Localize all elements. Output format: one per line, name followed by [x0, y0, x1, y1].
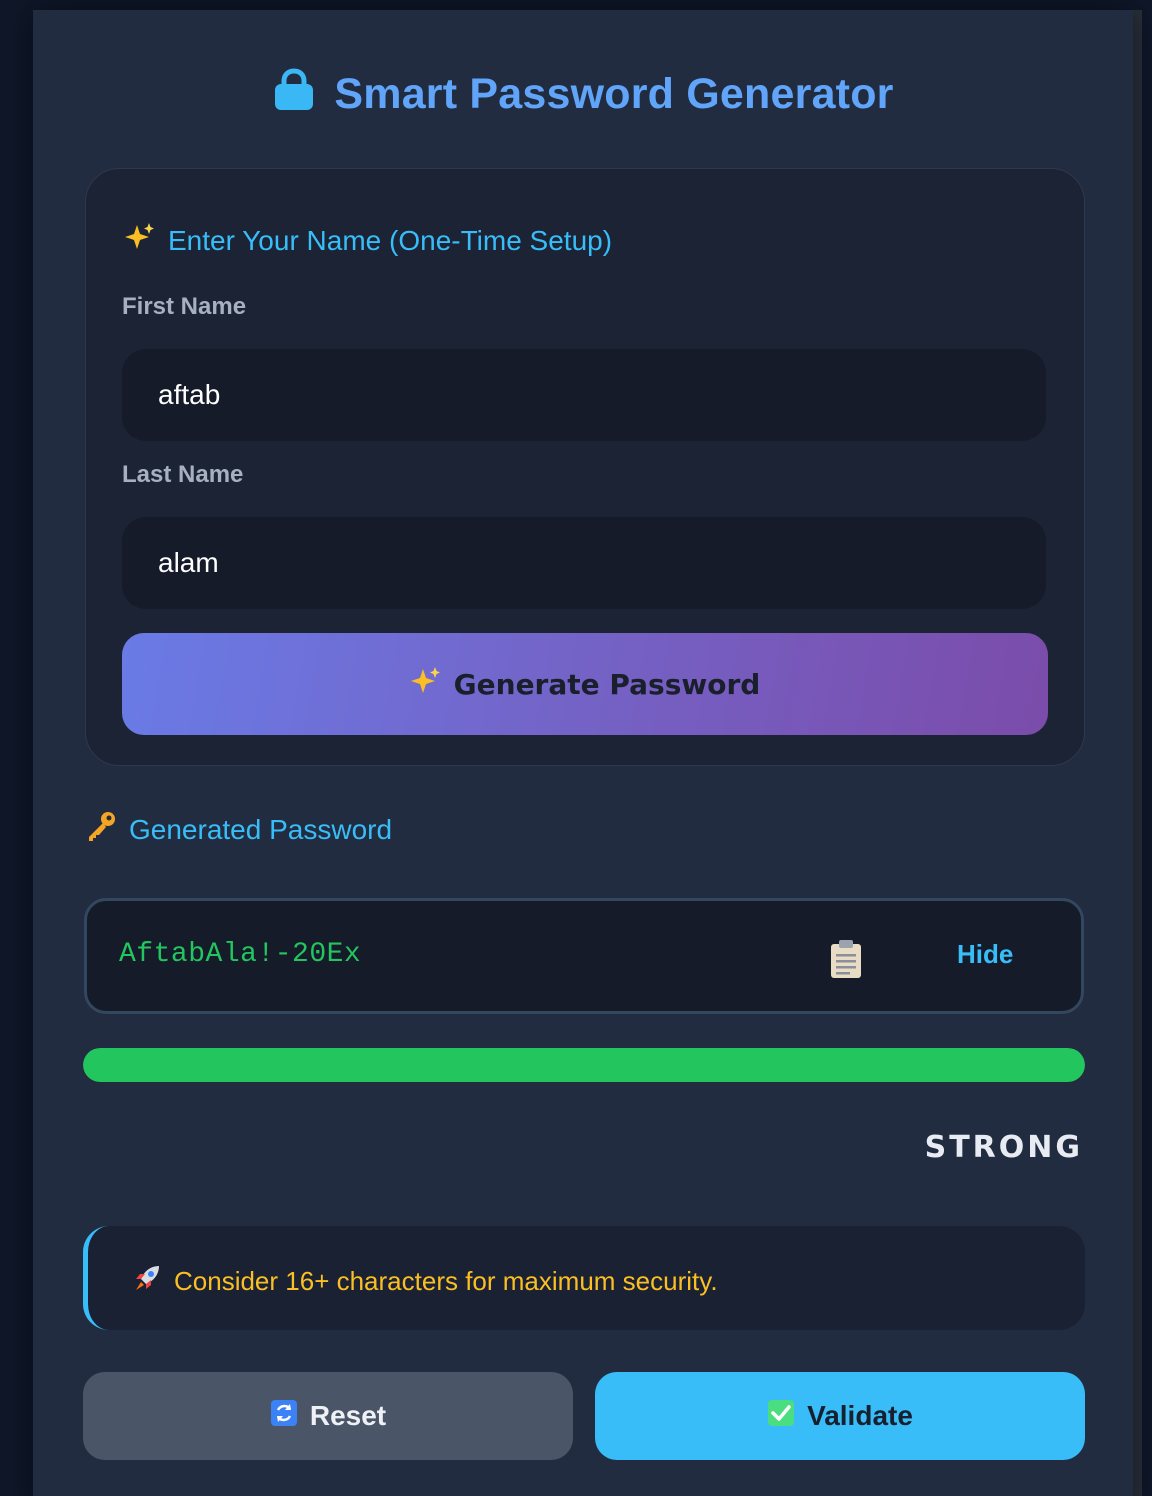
- first-name-label: First Name: [122, 293, 247, 320]
- key-icon: [85, 810, 117, 849]
- setup-heading-text: Enter Your Name (One-Time Setup): [168, 224, 613, 256]
- strength-meter: [83, 1048, 1085, 1082]
- last-name-input[interactable]: [122, 517, 1046, 609]
- sparkles-icon: [410, 665, 442, 704]
- lock-icon: [272, 68, 316, 123]
- generated-heading-text: Generated Password: [129, 813, 393, 845]
- reset-button[interactable]: Reset: [83, 1372, 573, 1460]
- rocket-icon: [132, 1263, 162, 1300]
- password-text: AftabAla!-20Ex: [119, 939, 362, 970]
- validate-label: Validate: [807, 1400, 913, 1431]
- strength-label: STRONG: [924, 1130, 1083, 1165]
- generated-password-heading: Generated Password: [85, 810, 392, 849]
- refresh-icon: [270, 1399, 298, 1434]
- title-text: Smart Password Generator: [334, 70, 894, 118]
- generator-card: Smart Password Generator Enter Your Name…: [33, 10, 1133, 1496]
- page: Smart Password Generator Enter Your Name…: [0, 0, 1152, 1496]
- tip-text: Consider 16+ characters for maximum secu…: [174, 1266, 718, 1296]
- generate-button-label: Generate Password: [453, 667, 761, 701]
- security-tip: Consider 16+ characters for maximum secu…: [83, 1226, 1085, 1330]
- generate-password-button[interactable]: Generate Password: [122, 633, 1048, 735]
- last-name-label: Last Name: [122, 461, 244, 488]
- sparkles-icon: [124, 221, 156, 260]
- page-title: Smart Password Generator: [33, 68, 1133, 123]
- scrollbar-track[interactable]: [1132, 10, 1142, 1496]
- validate-button[interactable]: Validate: [595, 1372, 1085, 1460]
- clipboard-icon[interactable]: [829, 939, 863, 979]
- hide-password-button[interactable]: Hide: [957, 939, 1013, 970]
- name-setup-panel: Enter Your Name (One-Time Setup) First N…: [85, 168, 1085, 766]
- password-display: AftabAla!-20Ex Hide: [84, 898, 1084, 1014]
- setup-heading: Enter Your Name (One-Time Setup): [124, 221, 612, 260]
- tip-content: Consider 16+ characters for maximum secu…: [132, 1263, 718, 1300]
- strength-meter-fill: [83, 1048, 1085, 1082]
- check-box-icon: [767, 1399, 795, 1434]
- reset-label: Reset: [309, 1400, 387, 1431]
- first-name-input[interactable]: [122, 349, 1046, 441]
